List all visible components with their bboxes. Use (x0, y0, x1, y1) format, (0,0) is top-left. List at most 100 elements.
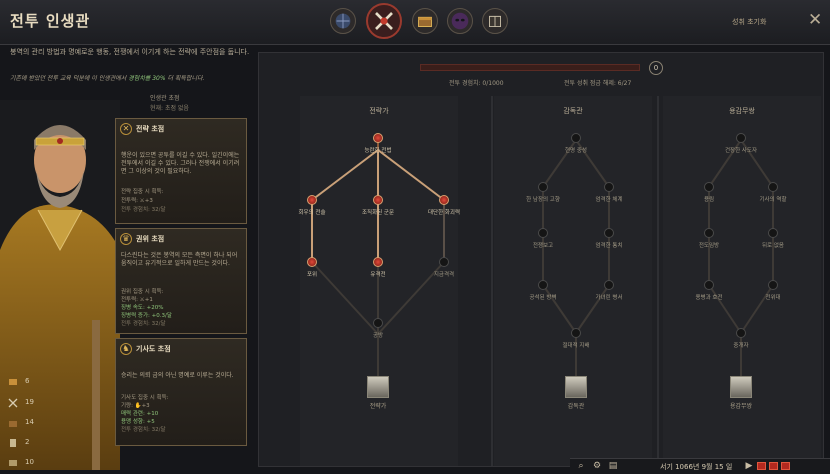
knight-icon: ♞ (120, 343, 132, 355)
tab-diplomacy[interactable] (330, 8, 356, 34)
perk-node[interactable] (373, 257, 383, 267)
focus-card-stat: 전략 집중 시 획득: (121, 189, 164, 195)
resource-gold[interactable]: 6 (8, 375, 48, 389)
focus-card-stat: 전투 경험치: 32/달 (121, 427, 166, 433)
perk-node[interactable] (736, 328, 746, 338)
gallant-trait-emblem[interactable] (730, 376, 752, 398)
column-divider (491, 96, 493, 466)
speed-indicator[interactable] (781, 462, 790, 470)
perk-label: 기사의 역할 (759, 197, 787, 203)
perk-label: 중개자 (733, 343, 749, 349)
perk-node[interactable] (307, 257, 317, 267)
focus-card-desc: 다스린다는 것은 봉역의 모든 측면이 하나 되어 움직이고 유기적으로 일하게… (121, 252, 238, 267)
reset-perks-button[interactable]: 성취 초기화 (732, 17, 766, 27)
perk-node[interactable] (538, 182, 548, 192)
search-icon[interactable]: ⌕ (576, 461, 586, 471)
focus-card-stat: 전투 경험치: 32/달 (121, 207, 166, 213)
play-icon[interactable]: ▶ (744, 461, 754, 471)
focus-card-title: 기사도 초점 (136, 345, 171, 353)
close-button[interactable]: ✕ (808, 12, 822, 29)
perk-node[interactable] (538, 228, 548, 238)
lifestyle-description: 봉역의 관리 방법과 명예로운 행동, 전쟁에서 이기게 하는 전략에 주안점을… (10, 48, 250, 56)
resource-martial[interactable]: 19 (8, 396, 48, 410)
focus-card-stat: 기량: ✋+3 (121, 403, 150, 409)
perk-label: 가녀린 병서 (595, 295, 623, 301)
resource-learning[interactable]: 10 (8, 456, 48, 470)
perk-label: 용림 (703, 197, 715, 203)
perk-label: 회우의 전술 (298, 210, 326, 216)
emblem-label: 용감무쌍 (729, 403, 753, 410)
perk-node[interactable] (439, 257, 449, 267)
perk-node[interactable] (571, 133, 581, 143)
strategist-trait-emblem[interactable] (367, 376, 389, 398)
perk-label: 뒤로 없음 (762, 243, 784, 249)
crossed-swords-icon (375, 12, 393, 30)
perk-node[interactable] (307, 195, 317, 205)
perk-level-indicator: 0 (649, 61, 663, 75)
perk-label: 유격전 (370, 272, 386, 278)
focus-card-desc: 승리는 의뢰 금의 아닌 명예로 이루는 것이다. (121, 372, 234, 379)
gear-icon[interactable]: ⚙ (592, 461, 602, 471)
top-bar: 전투 인생관 성취 초기화 ✕ (0, 0, 830, 45)
overseer-trait-emblem[interactable] (565, 376, 587, 398)
bottom-bar: ⌕ ⚙ ▤ 서기 1066년 9월 15 일 ▶ (570, 458, 830, 474)
tab-stewardship[interactable] (412, 8, 438, 34)
perk-node[interactable] (768, 182, 778, 192)
resource-treasury[interactable]: 14 (8, 416, 48, 430)
perk-node[interactable] (538, 280, 548, 290)
perk-node[interactable] (736, 133, 746, 143)
tree-title-overseer: 감독관 (563, 107, 583, 115)
focus-card-stat: 전투 경험치: 32/달 (121, 321, 166, 327)
perk-label: 절대적 지배 (562, 343, 590, 349)
perk-node[interactable] (704, 228, 714, 238)
perk-label: 대단한 화괴력 (427, 210, 461, 216)
focus-card-chivalry[interactable]: ♞ 기사도 초점 승리는 의뢰 금의 아닌 명예로 이루는 것이다. 기사도 집… (115, 338, 247, 446)
focus-card-title: 전략 초점 (136, 125, 165, 133)
speed-indicator[interactable] (757, 462, 766, 470)
perk-node[interactable] (604, 280, 614, 290)
perk-label: 엄격한 체계 (595, 197, 623, 203)
perk-node[interactable] (768, 280, 778, 290)
perk-label: 포위 (306, 272, 318, 278)
perk-node[interactable] (604, 182, 614, 192)
tab-intrigue[interactable] (447, 8, 473, 34)
book-icon (489, 15, 501, 27)
treasury-icon (9, 421, 17, 427)
tab-learning[interactable] (482, 8, 508, 34)
resource-scroll[interactable]: 2 (8, 436, 48, 450)
perk-node[interactable] (571, 328, 581, 338)
perk-node[interactable] (373, 318, 383, 328)
perk-label: 전쟁보고 (532, 243, 554, 249)
perk-label: 용병과 호전 (695, 295, 723, 301)
emblem-label: 감독관 (567, 403, 585, 410)
perk-node[interactable] (704, 280, 714, 290)
focus-card-authority[interactable]: ♛ 권위 초점 다스린다는 것은 봉역의 모든 측면이 하나 되어 움직이고 유… (115, 228, 247, 334)
perk-label: 전위대 (765, 295, 781, 301)
perk-label: 조직화된 군문 (361, 210, 395, 216)
perks-unlocked-text: 전투 성취 점금 해제: 6/27 (564, 80, 632, 87)
mask-icon (451, 12, 469, 30)
focus-card-stat: 용맹 성향: +5 (121, 419, 155, 425)
chest-icon (418, 16, 432, 27)
focus-card-strategy[interactable]: ✕ 전략 초점 행운이 있으면 공투를 이길 수 있다. 일긴이에는 전투에서 … (115, 118, 247, 224)
tree-title-strategist: 전략가 (369, 107, 389, 115)
perk-node[interactable] (704, 182, 714, 192)
perk-node[interactable] (604, 228, 614, 238)
perk-node[interactable] (373, 133, 383, 143)
emblem-label: 전략가 (369, 403, 387, 410)
speed-indicator[interactable] (769, 462, 778, 470)
focus-panel-title: 인생관 초점 (150, 95, 180, 102)
globe-icon (335, 13, 351, 29)
perk-node[interactable] (768, 228, 778, 238)
tab-martial[interactable] (366, 3, 402, 39)
perk-label: 전도임방 (698, 243, 720, 249)
experience-bar (420, 64, 640, 71)
perk-node[interactable] (373, 195, 383, 205)
perk-label: 현명 중성 (565, 148, 587, 154)
perk-node[interactable] (439, 195, 449, 205)
character-portrait[interactable] (0, 100, 120, 470)
gold-icon (9, 379, 17, 385)
focus-card-stat: 전투력: ⚔+1 (121, 297, 153, 303)
book-icon[interactable]: ▤ (608, 461, 618, 471)
crossed-swords-icon: ✕ (120, 123, 132, 135)
